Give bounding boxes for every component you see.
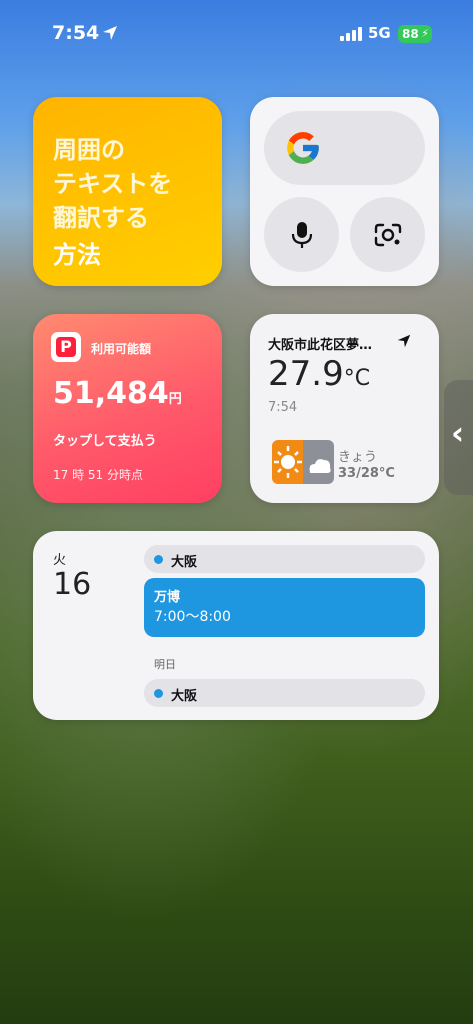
event-time: 7:00～8:00	[154, 609, 231, 625]
calendar-widget[interactable]: 火 16 大阪 万博 7:00～8:00 明日 大阪	[33, 531, 439, 720]
location-arrow-icon	[397, 334, 411, 348]
tomorrow-all-day-event[interactable]: 大阪	[144, 679, 425, 707]
balance-amount: 51,484円	[53, 376, 182, 411]
event-title: 大阪	[171, 555, 198, 570]
weather-updated-time: 7:54	[268, 400, 298, 415]
google-search-bar[interactable]	[264, 111, 425, 185]
paypay-logo-icon: P	[51, 332, 81, 362]
timed-event[interactable]: 万博 7:00～8:00	[144, 578, 425, 637]
forecast-temp-range: 33/28°C	[338, 466, 395, 481]
event-title: 大阪	[171, 689, 198, 704]
calendar-date: 16	[53, 567, 92, 602]
paypay-balance-widget[interactable]: P 利用可能額 51,484円 タップして支払う 17 時 51 分時点	[33, 314, 222, 503]
battery-level: 88	[402, 27, 419, 41]
tap-to-pay-text: タップして支払う	[53, 434, 157, 449]
chevron-left-icon: ‹	[451, 414, 465, 452]
available-balance-label: 利用可能額	[91, 342, 152, 356]
location-arrow-icon	[103, 26, 117, 40]
event-color-dot	[154, 689, 163, 698]
calendar-weekday: 火	[53, 553, 67, 568]
google-lens-button[interactable]	[350, 197, 425, 272]
translate-howto-widget[interactable]: 周囲の テキストを 翻訳する 方法	[33, 97, 222, 286]
translate-widget-subtitle: 方法	[53, 241, 101, 269]
signal-icon	[340, 27, 362, 41]
currency-unit: 円	[168, 392, 182, 407]
google-logo-icon	[287, 132, 319, 164]
current-temperature: 27.9°C	[268, 354, 370, 394]
google-search-widget	[250, 97, 439, 286]
weather-location: 大阪市此花区夢…	[268, 338, 373, 353]
weather-widget[interactable]: 大阪市此花区夢… 27.9°C 7:54 きょう 33/28°C	[250, 314, 439, 503]
side-panel-handle[interactable]: ‹	[444, 380, 473, 495]
translate-widget-title: 周囲の テキストを 翻訳する	[53, 136, 173, 232]
voice-search-button[interactable]	[264, 197, 339, 272]
charging-bolt-icon: ⚡	[421, 27, 429, 40]
temperature-value: 27.9	[268, 354, 344, 394]
temperature-unit: °C	[343, 366, 371, 391]
all-day-event[interactable]: 大阪	[144, 545, 425, 573]
sunny-then-cloudy-icon	[272, 440, 334, 484]
microphone-icon	[291, 221, 312, 248]
event-color-dot	[154, 555, 163, 564]
status-bar: 7:54 5G 88 ⚡	[0, 0, 473, 60]
balance-value: 51,484	[53, 376, 169, 411]
network-type: 5G	[368, 24, 391, 42]
forecast-day-label: きょう	[338, 450, 378, 465]
battery-indicator: 88 ⚡	[398, 25, 432, 43]
camera-lens-icon	[374, 223, 401, 246]
status-time: 7:54	[52, 22, 100, 44]
balance-updated-time: 17 時 51 分時点	[53, 468, 143, 482]
event-title: 万博	[154, 590, 181, 605]
tomorrow-label: 明日	[154, 658, 176, 671]
